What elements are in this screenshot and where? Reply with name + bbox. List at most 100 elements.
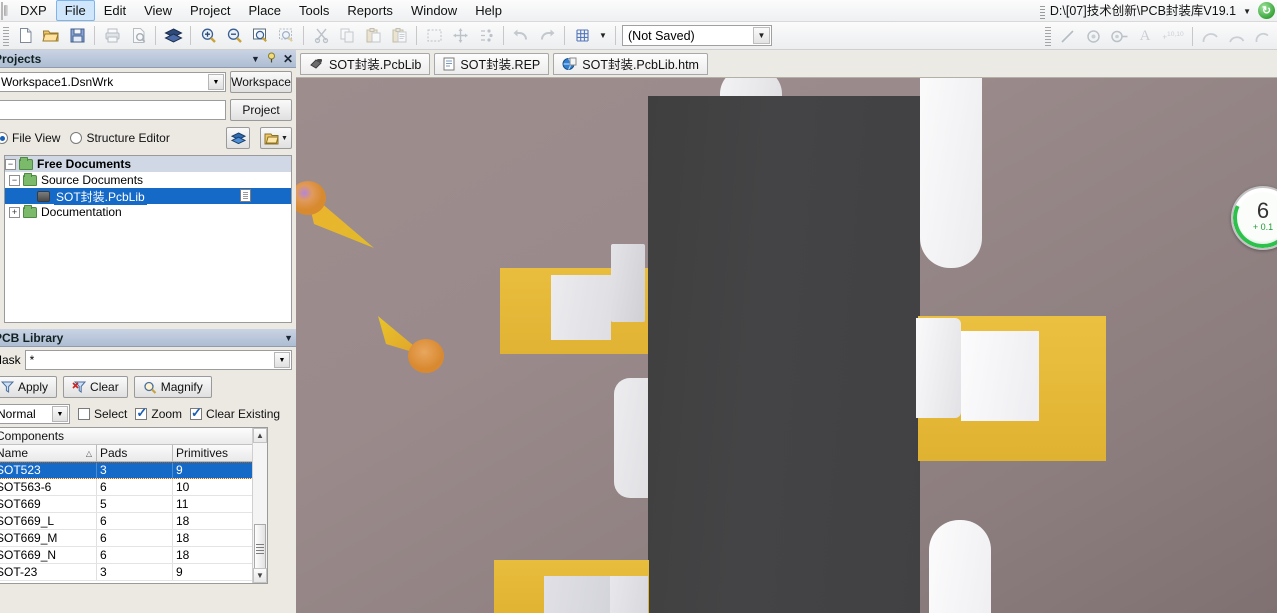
new-document-icon[interactable]: [13, 24, 37, 48]
table-row[interactable]: SOT669_N 6 18: [0, 547, 267, 564]
arc-any-icon[interactable]: [1250, 24, 1274, 48]
zoom-area-icon[interactable]: [248, 24, 272, 48]
path-dropdown-icon[interactable]: ▼: [1241, 7, 1251, 16]
project-combo[interactable]: [0, 100, 226, 120]
column-header-name[interactable]: Name △: [0, 445, 97, 462]
menu-item-help[interactable]: Help: [466, 0, 511, 21]
cut-icon[interactable]: [309, 24, 333, 48]
tree-node-1[interactable]: − Free Documents: [5, 156, 291, 172]
copy-icon[interactable]: [335, 24, 359, 48]
chevron-down-icon[interactable]: ▼: [281, 135, 288, 142]
paste-special-icon[interactable]: [387, 24, 411, 48]
zoom-selected-icon[interactable]: [274, 24, 298, 48]
scroll-thumb[interactable]: [254, 524, 266, 570]
clear-existing-checkbox[interactable]: Clear Existing: [190, 405, 280, 421]
grid-icon[interactable]: [570, 24, 594, 48]
tree-node-4[interactable]: + Documentation: [5, 204, 291, 220]
column-header-primitives[interactable]: Primitives: [173, 445, 254, 462]
via-icon[interactable]: [1107, 24, 1131, 48]
collapse-icon[interactable]: −: [9, 174, 20, 186]
menu-item-file[interactable]: File: [55, 0, 95, 21]
menu-drag-grip[interactable]: [1, 1, 11, 20]
clear-button[interactable]: Clear: [63, 376, 128, 398]
file-view-radio[interactable]: File View: [0, 131, 60, 145]
scroll-up-arrow[interactable]: ▲: [253, 428, 267, 443]
align-icon[interactable]: [474, 24, 498, 48]
menu-item-reports[interactable]: Reports: [338, 0, 402, 21]
table-row[interactable]: SOT669_M 6 18: [0, 530, 267, 547]
project-tree[interactable]: − Free Documents − Source Documents SOT封装.Pc…: [4, 155, 292, 323]
string-icon[interactable]: A: [1133, 24, 1157, 48]
print-icon[interactable]: [100, 24, 124, 48]
menu-item-edit[interactable]: Edit: [95, 0, 135, 21]
components-grid[interactable]: Components Name△PadsPrimitives SOT52339S…: [0, 427, 268, 584]
chevron-down-icon[interactable]: ▼: [208, 74, 224, 90]
menu-item-dxp[interactable]: DXP: [11, 0, 56, 21]
document-tab-3[interactable]: SOT封装.PcbLib.htm: [553, 52, 708, 75]
redo-icon[interactable]: [535, 24, 559, 48]
view-angle-gauge[interactable]: 6 + 0.1: [1231, 186, 1277, 250]
chevron-down-icon[interactable]: ▼: [274, 352, 290, 368]
menu-item-tools[interactable]: Tools: [290, 0, 338, 21]
chevron-down-icon[interactable]: ▼: [251, 54, 260, 64]
print-preview-icon[interactable]: [126, 24, 150, 48]
open-folder-icon[interactable]: [39, 24, 63, 48]
undo-icon[interactable]: [509, 24, 533, 48]
table-row[interactable]: SOT669_L 6 18: [0, 513, 267, 530]
grid-dropdown-icon[interactable]: ▼: [596, 24, 610, 48]
collapse-icon[interactable]: −: [5, 158, 16, 170]
pcb-3d-viewport[interactable]: 6 + 0.1: [296, 78, 1277, 613]
chevron-down-icon[interactable]: ▼: [284, 333, 293, 343]
paste-icon[interactable]: [361, 24, 385, 48]
workspace-combo[interactable]: Workspace1.DsnWrk ▼: [0, 72, 226, 92]
workspace-button[interactable]: Workspace: [230, 71, 292, 93]
menu-item-place[interactable]: Place: [240, 0, 291, 21]
menu-item-project[interactable]: Project: [181, 0, 239, 21]
placement-toolbar-grip[interactable]: [1045, 26, 1051, 46]
table-row[interactable]: SOT523 3 9: [0, 462, 267, 479]
zoom-in-icon[interactable]: [196, 24, 220, 48]
select-area-icon[interactable]: [422, 24, 446, 48]
document-tab-1[interactable]: SOT封装.PcbLib: [300, 52, 431, 75]
pin-icon[interactable]: [266, 52, 277, 66]
select-checkbox[interactable]: Select: [78, 407, 127, 421]
board-view-icon[interactable]: [226, 127, 250, 149]
tree-node-3[interactable]: SOT封装.PcbLib: [5, 187, 291, 205]
menu-item-view[interactable]: View: [135, 0, 181, 21]
save-icon[interactable]: [65, 24, 89, 48]
open-project-icon[interactable]: ▼: [260, 127, 292, 149]
components-scrollbar[interactable]: ▲ ▼: [252, 428, 267, 583]
board-layers-icon[interactable]: [161, 24, 185, 48]
apply-button[interactable]: Apply: [0, 376, 58, 398]
zoom-checkbox[interactable]: Zoom: [135, 405, 182, 421]
table-row[interactable]: SOT669 5 11: [0, 496, 267, 513]
toolbar-drag-grip[interactable]: [3, 25, 9, 46]
project-button[interactable]: Project: [230, 99, 292, 121]
path-drag-grip[interactable]: [1039, 3, 1045, 19]
menu-item-window[interactable]: Window: [402, 0, 466, 21]
document-tab-2[interactable]: SOT封装.REP: [434, 52, 550, 75]
coordinate-icon[interactable]: +10,10: [1159, 24, 1187, 48]
mode-combo[interactable]: Normal ▼: [0, 404, 70, 424]
tree-node-2[interactable]: − Source Documents: [5, 172, 291, 188]
table-row[interactable]: SOT563-6 6 10: [0, 479, 267, 496]
expand-icon[interactable]: +: [9, 206, 20, 218]
chevron-down-icon[interactable]: ▼: [753, 27, 770, 44]
mask-input[interactable]: * ▼: [24, 350, 292, 370]
close-icon[interactable]: ✕: [283, 52, 293, 66]
magnify-button[interactable]: Magnify: [133, 376, 212, 398]
pad-icon[interactable]: [1081, 24, 1105, 48]
line-icon[interactable]: [1055, 24, 1079, 48]
zoom-out-icon[interactable]: [222, 24, 246, 48]
structure-editor-radio[interactable]: Structure Editor: [70, 131, 170, 145]
table-row[interactable]: SOT-23 3 9: [0, 564, 267, 581]
arc-center-icon[interactable]: [1198, 24, 1222, 48]
grid-combo[interactable]: (Not Saved) ▼: [622, 25, 772, 46]
column-header-pads[interactable]: Pads: [97, 445, 173, 462]
move-icon[interactable]: [448, 24, 472, 48]
arc-edge-icon[interactable]: [1224, 24, 1248, 48]
sort-ascending-icon[interactable]: △: [86, 449, 92, 458]
refresh-icon[interactable]: ↻: [1258, 2, 1275, 19]
scroll-down-arrow[interactable]: ▼: [253, 568, 267, 583]
chevron-down-icon[interactable]: ▼: [52, 406, 68, 422]
